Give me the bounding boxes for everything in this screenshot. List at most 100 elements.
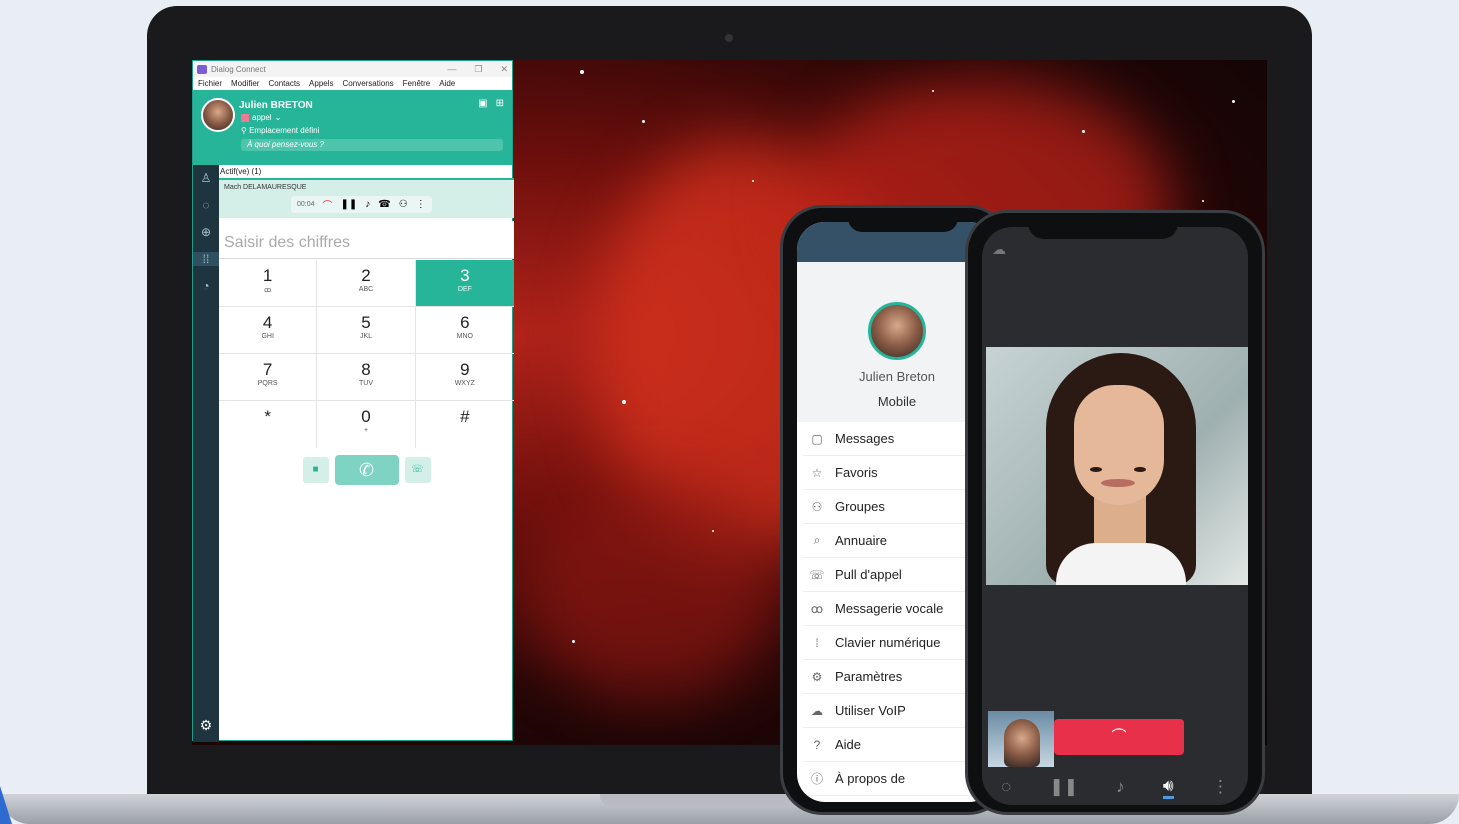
- menu-item-annuaire[interactable]: ⌕ Annuaire: [803, 524, 991, 558]
- active-calls-header: Actif(ve) (1): [220, 167, 262, 176]
- menu-item-label: Messages: [835, 431, 895, 446]
- more-icon[interactable]: ⋮: [416, 199, 426, 210]
- key-letters: DEF: [457, 286, 472, 293]
- call-toolbar: ◌ ❚❚ ♪ 🔊︎ ⋮: [982, 769, 1248, 805]
- dial-input[interactable]: Saisir des chiffres: [219, 221, 514, 259]
- video-call-button[interactable]: ■: [302, 457, 329, 483]
- self-view-thumbnail[interactable]: [988, 711, 1054, 767]
- profile-actions: ▣ ⊞: [478, 98, 504, 109]
- key-8[interactable]: 8 TUV: [317, 354, 416, 401]
- pause-icon[interactable]: ❚❚: [341, 199, 358, 210]
- key-star[interactable]: *: [219, 401, 318, 448]
- key-1[interactable]: 1ꝏ: [219, 260, 318, 307]
- avatar: [868, 302, 926, 360]
- key-digit: 2: [361, 266, 371, 285]
- avatar[interactable]: [201, 98, 235, 132]
- key-7[interactable]: 7 PQRS: [219, 354, 318, 401]
- call-controls: 00:04 ⌒ ❚❚ ♪ ☎ ⚇ ⋮: [291, 196, 432, 213]
- app-logo-icon: [197, 64, 207, 74]
- menu-item-label: Clavier numérique: [835, 635, 941, 650]
- menu-item-parametres[interactable]: ⚙ Paramètres: [803, 660, 991, 694]
- star: [642, 120, 645, 123]
- menu-appels[interactable]: Appels: [309, 79, 333, 88]
- globe-icon[interactable]: ⊕: [201, 225, 211, 239]
- call-button[interactable]: ✆: [334, 455, 399, 485]
- menu-fichier[interactable]: Fichier: [198, 79, 222, 88]
- menu-item-clavier[interactable]: ⁞ Clavier numérique: [803, 626, 991, 660]
- gear-icon[interactable]: ⚙: [200, 717, 213, 734]
- status-message-input[interactable]: À quoi pensez-vous ?: [241, 139, 503, 151]
- pause-icon[interactable]: ❚❚: [1049, 777, 1078, 797]
- dialpad-icon[interactable]: ⁞⁞: [193, 252, 219, 266]
- menu-item-messagerie[interactable]: ꝏ Messagerie vocale: [803, 592, 991, 626]
- key-digit: *: [264, 407, 271, 426]
- key-0[interactable]: 0 +: [317, 401, 416, 448]
- nebula-glow: [522, 480, 782, 700]
- key-hash[interactable]: #: [416, 401, 514, 448]
- chat-icon[interactable]: ◌: [1001, 777, 1011, 797]
- more-icon[interactable]: ⋮: [1212, 777, 1229, 797]
- presence-selector[interactable]: appel ⌄: [241, 113, 281, 122]
- mouth: [1101, 479, 1135, 487]
- mute-icon[interactable]: ♪: [365, 199, 370, 210]
- user-icon[interactable]: ♙: [201, 171, 212, 185]
- key-digit: 9: [460, 360, 470, 379]
- menu-item-voip[interactable]: ☁ Utiliser VoIP: [803, 694, 991, 728]
- call-timer: 00:04: [297, 201, 315, 208]
- menu-item-messages[interactable]: ▢ Messages: [803, 422, 991, 456]
- menu-conversations[interactable]: Conversations: [343, 79, 394, 88]
- hangup-icon[interactable]: ⌒: [323, 197, 333, 212]
- star: [712, 530, 714, 532]
- chat-icon[interactable]: ◌: [202, 198, 209, 212]
- star: [752, 180, 754, 182]
- menu-item-groupes[interactable]: ⚇ Groupes: [803, 490, 991, 524]
- conference-icon[interactable]: ⚇: [399, 199, 408, 210]
- call-pull-icon: ☏: [809, 567, 825, 582]
- location-label[interactable]: ⚲ Emplacement défini: [241, 126, 319, 135]
- menu-aide[interactable]: Aide: [439, 79, 455, 88]
- minimize-button[interactable]: —: [447, 64, 456, 75]
- star: [1082, 130, 1085, 133]
- key-digit: 1: [262, 266, 273, 285]
- chevron-down-icon: ⌄: [274, 113, 282, 122]
- maximize-button[interactable]: ❐: [474, 64, 482, 75]
- menu-item-aide[interactable]: ? Aide: [803, 728, 991, 762]
- history-icon[interactable]: ◔: [202, 279, 209, 293]
- voicemail-button[interactable]: ☏: [404, 457, 431, 483]
- key-letters: JKL: [359, 333, 373, 340]
- menu-item-label: Paramètres: [835, 669, 903, 684]
- menu-fenetre[interactable]: Fenêtre: [403, 79, 431, 88]
- close-button[interactable]: ✕: [500, 64, 508, 75]
- info-icon: ⓘ: [810, 772, 823, 786]
- hangup-button[interactable]: ⌒: [1054, 719, 1184, 755]
- menu-item-label: Messagerie vocale: [835, 601, 944, 616]
- speaker-icon[interactable]: 🔊︎: [1162, 776, 1174, 799]
- menu-contacts[interactable]: Contacts: [268, 79, 300, 88]
- menu-item-label: Utiliser VoIP: [835, 703, 906, 718]
- title-bar: Dialog Connect — ❐ ✕: [193, 61, 512, 77]
- star: [580, 70, 584, 74]
- mute-icon[interactable]: ♪: [1116, 777, 1125, 797]
- transfer-icon[interactable]: ☎: [378, 199, 390, 210]
- caller-name: Mach DELAMAURESQUE: [224, 184, 307, 191]
- key-letters: GHI: [261, 333, 274, 340]
- key-2[interactable]: 2 ABC: [317, 260, 416, 307]
- menu-item-favoris[interactable]: ☆ Favoris: [803, 456, 991, 490]
- key-9[interactable]: 9 WXYZ: [415, 354, 514, 401]
- key-4[interactable]: 4 GHI: [219, 307, 318, 354]
- key-6[interactable]: 6 MNO: [415, 307, 514, 354]
- menu-modifier[interactable]: Modifier: [231, 79, 259, 88]
- key-5[interactable]: 5 JKL: [317, 307, 416, 354]
- active-call-row[interactable]: Mach DELAMAURESQUE 00:04 ⌒ ❚❚ ♪ ☎ ⚇ ⋮: [219, 178, 514, 218]
- chat-icon: ▢: [811, 431, 823, 446]
- menu-item-pull-appel[interactable]: ☏ Pull d'appel: [803, 558, 991, 592]
- menu-item-a-propos[interactable]: ⓘ À propos de: [803, 762, 991, 796]
- add-icon[interactable]: ⊞: [496, 98, 504, 109]
- presence-label: appel: [252, 113, 272, 122]
- key-3[interactable]: 3 DEF: [415, 260, 514, 307]
- contacts-card-icon[interactable]: ▣: [478, 98, 487, 109]
- key-letters: TUV: [358, 380, 373, 387]
- side-rail: ♙ ◌ ⊕ ⁞⁞ ◔ ⚙: [193, 165, 219, 742]
- group-icon: ⚇: [811, 499, 823, 514]
- key-letters: WXYZ: [454, 380, 475, 387]
